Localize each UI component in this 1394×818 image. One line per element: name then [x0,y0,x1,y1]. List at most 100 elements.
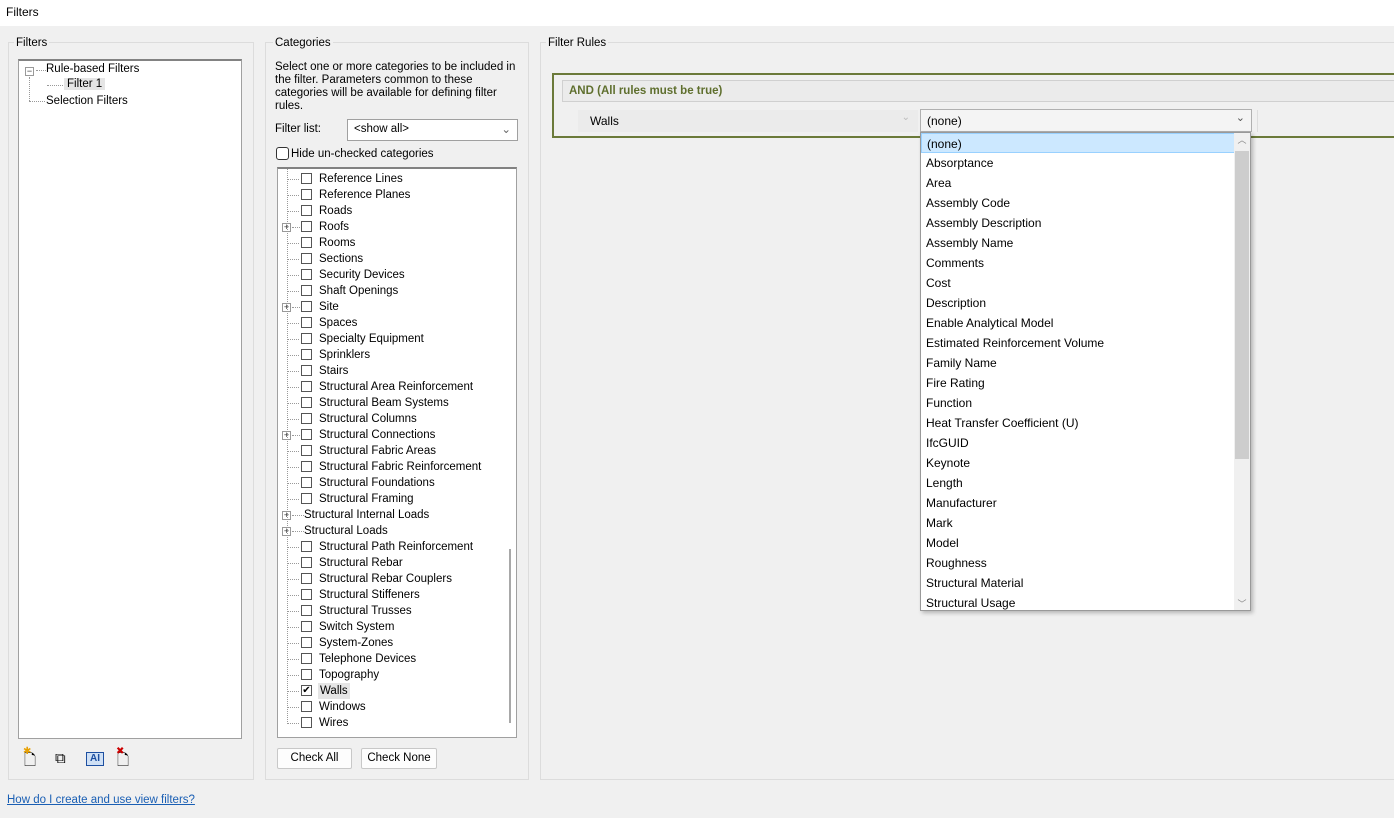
parameter-option[interactable]: Description [921,293,1235,313]
parameter-option[interactable]: Comments [921,253,1235,273]
parameter-option[interactable]: Assembly Code [921,193,1235,213]
category-item[interactable]: Shaft Openings [278,283,506,299]
parameter-option[interactable]: Function [921,393,1235,413]
parameter-option[interactable]: Family Name [921,353,1235,373]
tree-item-selection-filters[interactable]: Selection Filters [46,95,128,107]
parameter-option[interactable]: Fire Rating [921,373,1235,393]
category-checkbox[interactable] [301,365,312,376]
scroll-up-icon[interactable]: ︿ [1234,133,1250,146]
category-checkbox[interactable] [301,445,312,456]
category-item[interactable]: Topography [278,667,506,683]
category-item[interactable]: Security Devices [278,267,506,283]
category-checkbox[interactable] [301,205,312,216]
category-item[interactable]: Windows [278,699,506,715]
category-checkbox[interactable] [301,397,312,408]
category-item[interactable]: Structural Framing [278,491,506,507]
collapse-icon[interactable]: − [25,67,34,76]
parameter-option[interactable]: Manufacturer [921,493,1235,513]
category-checkbox[interactable] [301,253,312,264]
parameter-dropdown-list[interactable]: (none)AbsorptanceAreaAssembly CodeAssemb… [920,132,1251,611]
hide-unchecked-checkbox[interactable]: Hide un-checked categories [276,147,434,160]
category-checkbox[interactable] [301,381,312,392]
parameter-option[interactable]: IfcGUID [921,433,1235,453]
category-item[interactable]: +Structural Connections [278,427,506,443]
category-checkbox[interactable] [301,717,312,728]
category-checkbox[interactable] [301,701,312,712]
category-item[interactable]: Reference Planes [278,187,506,203]
category-item[interactable]: Sections [278,251,506,267]
parameter-option[interactable]: Assembly Name [921,233,1235,253]
parameter-option[interactable]: Length [921,473,1235,493]
category-item[interactable]: Specialty Equipment [278,331,506,347]
duplicate-filter-icon[interactable]: ⧉ [55,750,73,775]
category-checkbox[interactable] [301,189,312,200]
category-item[interactable]: +Structural Internal Loads [278,507,506,523]
category-item[interactable]: Wires [278,715,506,731]
category-checkbox[interactable] [301,461,312,472]
category-item[interactable]: Structural Rebar [278,555,506,571]
category-item[interactable]: Structural Beam Systems [278,395,506,411]
rule-category-select[interactable]: Walls ⌄ [578,110,918,132]
category-item[interactable]: Structural Fabric Areas [278,443,506,459]
category-checkbox[interactable] [301,429,312,440]
parameter-option[interactable]: Roughness [921,553,1235,573]
parameter-option[interactable]: (none) [921,133,1235,153]
tree-item-filter-1[interactable]: Filter 1 [64,78,105,90]
category-checkbox[interactable] [301,413,312,424]
category-item[interactable]: Structural Area Reinforcement [278,379,506,395]
category-checkbox[interactable] [301,621,312,632]
category-item[interactable]: Rooms [278,235,506,251]
category-checkbox[interactable] [301,269,312,280]
category-checkbox[interactable] [301,541,312,552]
category-item[interactable]: Roads [278,203,506,219]
parameter-option[interactable]: Mark [921,513,1235,533]
category-checkbox[interactable] [301,637,312,648]
rule-operator-select[interactable] [1257,110,1394,132]
category-checkbox[interactable] [301,669,312,680]
category-checkbox[interactable] [301,557,312,568]
category-checkbox[interactable] [301,653,312,664]
filters-tree[interactable]: − Rule-based Filters Filter 1 Selection … [18,59,242,739]
check-none-button[interactable]: Check None [361,748,437,769]
category-item[interactable]: Structural Foundations [278,475,506,491]
category-item[interactable]: Structural Rebar Couplers [278,571,506,587]
help-link[interactable]: How do I create and use view filters? [7,794,195,806]
category-checkbox[interactable] [301,317,312,328]
category-item[interactable]: Structural Stiffeners [278,587,506,603]
category-item[interactable]: System-Zones [278,635,506,651]
category-checkbox[interactable]: ✔ [301,685,312,696]
rule-group-header[interactable]: AND (All rules must be true) [562,80,1394,102]
dropdown-scrollbar[interactable]: ︿ ﹀ [1234,133,1250,610]
tree-item-rule-based-filters[interactable]: Rule-based Filters [46,63,139,75]
category-item[interactable]: Structural Columns [278,411,506,427]
category-item[interactable]: +Roofs [278,219,506,235]
parameter-option[interactable]: Cost [921,273,1235,293]
parameter-option[interactable]: Absorptance [921,153,1235,173]
parameter-option[interactable]: Structural Usage [921,593,1235,613]
check-all-button[interactable]: Check All [277,748,352,769]
new-filter-icon[interactable]: 🗋✱ [24,750,42,775]
category-checkbox[interactable] [301,589,312,600]
category-item[interactable]: Sprinklers [278,347,506,363]
category-item[interactable]: +Site [278,299,506,315]
checkbox-icon[interactable] [276,147,289,160]
category-checkbox[interactable] [301,493,312,504]
category-checkbox[interactable] [301,605,312,616]
category-item[interactable]: +Structural Loads [278,523,506,539]
parameter-option[interactable]: Keynote [921,453,1235,473]
category-item[interactable]: Structural Path Reinforcement [278,539,506,555]
filter-list-select[interactable]: <show all> ⌄ [347,119,518,141]
parameter-option[interactable]: Estimated Reinforcement Volume [921,333,1235,353]
category-item[interactable]: Structural Fabric Reinforcement [278,459,506,475]
category-checkbox[interactable] [301,173,312,184]
parameter-option[interactable]: Enable Analytical Model [921,313,1235,333]
category-checkbox[interactable] [301,573,312,584]
category-item[interactable]: Structural Trusses [278,603,506,619]
rule-parameter-select[interactable]: (none) ⌄ [920,109,1252,132]
category-item[interactable]: Switch System [278,619,506,635]
scrollbar-thumb[interactable] [1235,151,1249,459]
scroll-down-icon[interactable]: ﹀ [1234,597,1250,610]
rename-filter-icon[interactable]: AI [86,752,104,766]
category-item[interactable]: ✔Walls [278,683,506,699]
categories-list[interactable]: Reference LinesReference PlanesRoads+Roo… [277,167,517,738]
